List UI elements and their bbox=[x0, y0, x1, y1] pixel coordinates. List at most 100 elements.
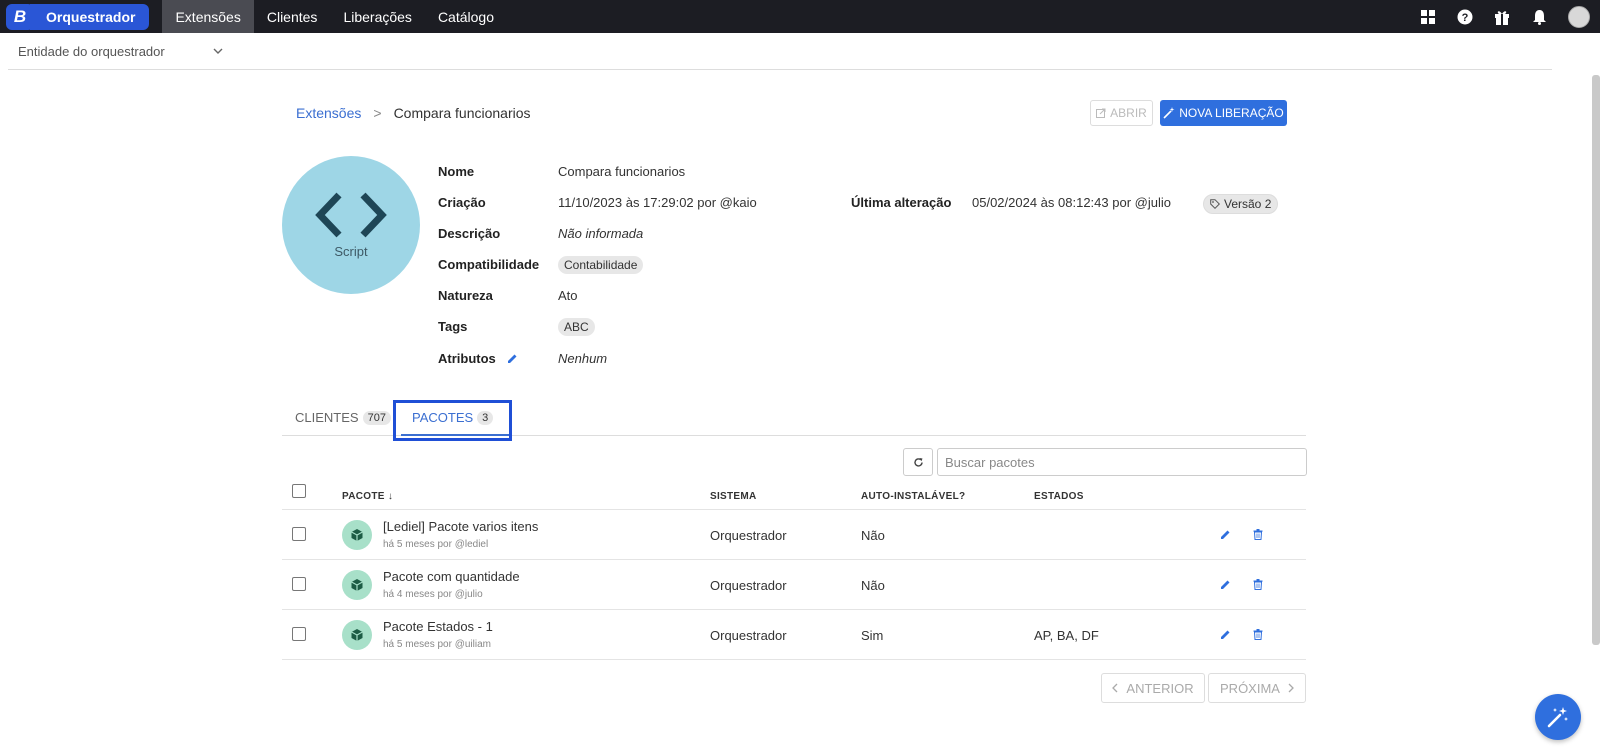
column-header-sistema: SISTEMA bbox=[710, 491, 757, 502]
field-label-ultima: Última alteração bbox=[851, 195, 952, 210]
nav-tab-catalogo[interactable]: Catálogo bbox=[425, 0, 507, 33]
cell-sistema: Orquestrador bbox=[710, 528, 787, 543]
previous-page-label: ANTERIOR bbox=[1126, 680, 1194, 696]
delete-icon[interactable] bbox=[1251, 627, 1265, 641]
compat-chip: Contabilidade bbox=[558, 256, 644, 274]
open-button-label: ABRIR bbox=[1110, 106, 1147, 120]
tab-pacotes[interactable]: PACOTES 3 bbox=[412, 410, 494, 425]
nav-tab-clientes[interactable]: Clientes bbox=[254, 0, 331, 33]
field-value-descricao: Não informada bbox=[558, 226, 644, 241]
field-label-tags: Tags bbox=[438, 319, 468, 334]
edit-attributes-icon[interactable] bbox=[507, 352, 518, 367]
field-value-criacao: 11/10/2023 às 17:29:02 por @kaio bbox=[558, 195, 757, 210]
apps-grid-icon[interactable] bbox=[1418, 7, 1438, 27]
tabs: CLIENTES 707 PACOTES 3 bbox=[282, 400, 1306, 441]
column-header-pacote[interactable]: PACOTE ↓ bbox=[342, 491, 393, 502]
main-nav: Extensões Clientes Liberações Catálogo bbox=[162, 0, 507, 33]
previous-page-button[interactable]: ANTERIOR bbox=[1101, 673, 1205, 703]
next-page-button[interactable]: PRÓXIMA bbox=[1208, 673, 1306, 703]
tab-clientes-label: CLIENTES bbox=[295, 410, 359, 425]
active-tab-indicator bbox=[401, 434, 509, 436]
chevron-left-icon bbox=[1112, 683, 1118, 693]
column-header-estados: ESTADOS bbox=[1034, 491, 1084, 502]
refresh-button[interactable] bbox=[903, 448, 933, 476]
magic-assistant-button[interactable] bbox=[1535, 694, 1581, 740]
extension-type-label: Script bbox=[334, 243, 368, 259]
help-icon[interactable]: ? bbox=[1455, 7, 1475, 27]
next-page-label: PRÓXIMA bbox=[1220, 680, 1280, 696]
top-icons: ? bbox=[1418, 0, 1590, 33]
new-release-label: NOVA LIBERAÇÃO bbox=[1179, 106, 1284, 120]
edit-icon[interactable] bbox=[1218, 527, 1232, 541]
brand-button[interactable]: Orquestrador bbox=[30, 3, 150, 30]
table-row[interactable]: Pacote com quantidade há 4 meses por @ju… bbox=[282, 560, 1306, 610]
field-label-compatibilidade: Compatibilidade bbox=[438, 257, 540, 272]
open-button[interactable]: ABRIR bbox=[1090, 100, 1153, 126]
refresh-icon bbox=[913, 457, 923, 467]
tab-clientes[interactable]: CLIENTES 707 bbox=[295, 410, 391, 425]
tab-pacotes-count: 3 bbox=[477, 410, 494, 425]
field-value-nome: Compara funcionarios bbox=[558, 164, 686, 179]
package-name[interactable]: Pacote Estados - 1 bbox=[383, 619, 493, 634]
compat-chip-wrap: Contabilidade bbox=[558, 256, 644, 274]
nav-tab-extensoes[interactable]: Extensões bbox=[162, 0, 254, 33]
version-badge: Versão 2 bbox=[1203, 194, 1279, 214]
entity-select-value: Entidade do orquestrador bbox=[18, 43, 165, 59]
delete-icon[interactable] bbox=[1251, 527, 1265, 541]
package-name[interactable]: Pacote com quantidade bbox=[383, 569, 520, 584]
package-icon bbox=[342, 520, 372, 550]
tags-chip-wrap: ABC bbox=[558, 318, 595, 336]
table-row[interactable]: [Lediel] Pacote varios itens há 5 meses … bbox=[282, 510, 1306, 560]
code-icon bbox=[315, 192, 387, 237]
bell-icon[interactable] bbox=[1529, 7, 1549, 27]
edit-icon[interactable] bbox=[1218, 577, 1232, 591]
breadcrumb: Extensões > Compara funcionarios bbox=[296, 105, 531, 121]
breadcrumb-current: Compara funcionarios bbox=[393, 105, 531, 121]
chevron-right-icon bbox=[1288, 683, 1294, 693]
delete-icon[interactable] bbox=[1251, 577, 1265, 591]
table-header: PACOTE ↓ SISTEMA AUTO-INSTALÁVEL? ESTADO… bbox=[282, 480, 1306, 510]
nav-tab-liberacoes[interactable]: Liberações bbox=[330, 0, 425, 33]
entity-select[interactable]: Entidade do orquestrador bbox=[18, 43, 223, 59]
search-input[interactable] bbox=[937, 448, 1307, 476]
field-label-nome: Nome bbox=[438, 164, 475, 179]
field-label-natureza: Natureza bbox=[438, 288, 493, 303]
tag-icon bbox=[1210, 199, 1220, 209]
external-link-icon bbox=[1096, 108, 1106, 118]
scrollbar[interactable] bbox=[1592, 75, 1600, 645]
select-all-checkbox[interactable] bbox=[292, 484, 306, 498]
gift-icon[interactable] bbox=[1492, 7, 1512, 27]
extension-type-avatar: Script bbox=[282, 156, 420, 294]
column-header-auto: AUTO-INSTALÁVEL? bbox=[861, 491, 966, 502]
field-value-ultima: 05/02/2024 às 08:12:43 por @julio bbox=[972, 195, 1171, 210]
cell-sistema: Orquestrador bbox=[710, 578, 787, 593]
package-icon bbox=[342, 620, 372, 650]
package-meta: há 5 meses por @uiliam bbox=[383, 639, 491, 650]
new-release-button[interactable]: NOVA LIBERAÇÃO bbox=[1160, 100, 1287, 126]
top-navbar: B Orquestrador Extensões Clientes Libera… bbox=[0, 0, 1600, 33]
cell-estados: AP, BA, DF bbox=[1034, 628, 1099, 643]
breadcrumb-separator: > bbox=[373, 105, 382, 121]
row-checkbox[interactable] bbox=[292, 527, 306, 541]
magic-wand-icon bbox=[1547, 707, 1568, 728]
tag-chip: ABC bbox=[558, 318, 595, 336]
row-checkbox[interactable] bbox=[292, 627, 306, 641]
edit-icon[interactable] bbox=[1218, 627, 1232, 641]
breadcrumb-extensoes-link[interactable]: Extensões bbox=[296, 105, 361, 121]
version-label: Versão 2 bbox=[1224, 197, 1272, 211]
field-value-natureza: Ato bbox=[558, 288, 578, 303]
cell-auto: Não bbox=[861, 528, 885, 543]
package-name[interactable]: [Lediel] Pacote varios itens bbox=[383, 519, 538, 534]
magic-wand-icon bbox=[1163, 107, 1175, 119]
column-header-pacote-label: PACOTE bbox=[342, 491, 385, 502]
cell-auto: Sim bbox=[861, 628, 884, 643]
user-avatar[interactable] bbox=[1568, 5, 1590, 28]
package-meta: há 5 meses por @lediel bbox=[383, 539, 489, 550]
field-label-atributos: Atributos bbox=[438, 351, 496, 366]
tab-pacotes-label: PACOTES bbox=[412, 410, 474, 425]
package-meta: há 4 meses por @julio bbox=[383, 589, 483, 600]
field-value-atributos: Nenhum bbox=[558, 351, 608, 366]
tab-clientes-count: 707 bbox=[362, 410, 391, 425]
table-row[interactable]: Pacote Estados - 1 há 5 meses por @uilia… bbox=[282, 610, 1306, 660]
row-checkbox[interactable] bbox=[292, 577, 306, 591]
